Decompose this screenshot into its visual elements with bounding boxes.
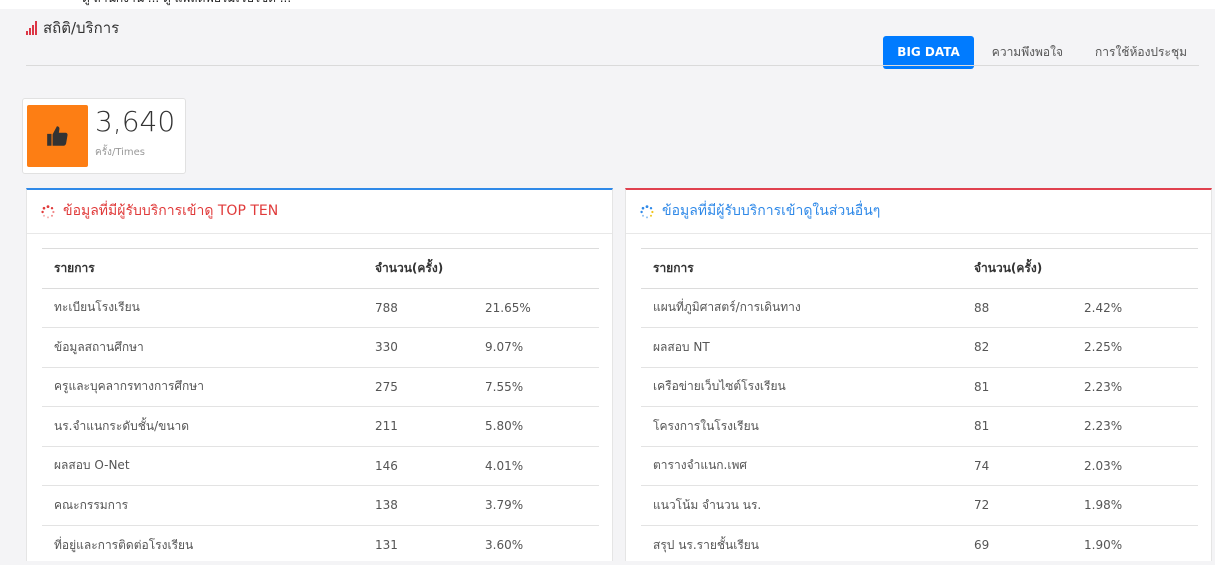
table-row: สรุป นร.รายชั้นเรียน 69 1.90% [641,524,1198,565]
stat-value: 3,640 [95,105,176,138]
column-header-percent [1084,248,1198,289]
stat-unit: ครั้ง/Times [95,147,145,158]
table-row: ตารางจำแนก.เพศ 74 2.03% [641,445,1198,486]
table-row: เครือข่ายเว็บไซต์โรงเรียน 81 2.23% [641,366,1198,407]
table-row: นร.จำแนกระดับชั้น/ขนาด 211 5.80% [42,406,599,446]
table-row: ครูและบุคลากรทางการศึกษา 275 7.55% [42,366,599,407]
table-row: แนวโน้ม จำนวน นร. 72 1.98% [641,485,1198,525]
top-ten-card-title: ข้อมูลที่มีผู้รับบริการเข้าดู TOP TEN [63,203,279,220]
column-header-item: รายการ [641,248,974,289]
table-row: ทะเบียนโรงเรียน 788 21.65% [42,287,599,328]
other-sections-card-header: ข้อมูลที่มีผู้รับบริการเข้าดูในส่วนอื่นๆ [626,190,1211,234]
total-visits-stat: 3,640 ครั้ง/Times [22,98,186,174]
thumbs-up-icon [27,105,88,167]
top-strip: ดู สำนักงาน ... ดู แพลตฟอร์มเว็บไซต์ ... [0,0,1215,9]
table-header-row: รายการ จำนวน(ครั้ง) [42,248,599,289]
table-header-row: รายการ จำนวน(ครั้ง) [641,248,1198,289]
page-title-text: สถิติ/บริการ [43,19,120,37]
other-sections-table: รายการ จำนวน(ครั้ง) แผนที่ภูมิศาสตร์/การ… [641,248,1198,565]
column-header-count: จำนวน(ครั้ง) [974,248,1084,289]
table-row: ผลสอบ O-Net 146 4.01% [42,445,599,486]
spinner-icon [41,204,55,218]
page-title: สถิติ/บริการ [26,19,120,37]
top-strip-text: ดู สำนักงาน ... ดู แพลตฟอร์มเว็บไซต์ ... [82,0,291,8]
header-divider [26,65,1199,66]
table-row: ข้อมูลสถานศึกษา 330 9.07% [42,327,599,367]
table-row: ผลสอบ NT 82 2.25% [641,327,1198,367]
column-header-percent [485,248,599,289]
column-header-count: จำนวน(ครั้ง) [375,248,485,289]
other-sections-card-title: ข้อมูลที่มีผู้รับบริการเข้าดูในส่วนอื่นๆ [662,203,881,220]
top-ten-table: รายการ จำนวน(ครั้ง) ทะเบียนโรงเรียน 788 21… [42,248,599,565]
top-ten-card: ข้อมูลที่มีผู้รับบริการเข้าดู TOP TEN รา… [26,188,613,565]
table-row: แผนที่ภูมิศาสตร์/การเดินทาง 88 2.42% [641,287,1198,328]
bar-chart-icon [26,20,37,35]
table-row: คณะกรรมการ 138 3.79% [42,485,599,525]
spinner-icon [640,204,654,218]
page-header: สถิติ/บริการ BIG DATA ความพึงพอใจ การใช้… [0,9,1215,69]
column-header-item: รายการ [42,248,375,289]
top-ten-card-header: ข้อมูลที่มีผู้รับบริการเข้าดู TOP TEN [27,190,612,234]
table-row: ที่อยู่และการติดต่อโรงเรียน 131 3.60% [42,524,599,565]
table-row: โครงการในโรงเรียน 81 2.23% [641,406,1198,446]
other-sections-card: ข้อมูลที่มีผู้รับบริการเข้าดูในส่วนอื่นๆ… [625,188,1212,565]
